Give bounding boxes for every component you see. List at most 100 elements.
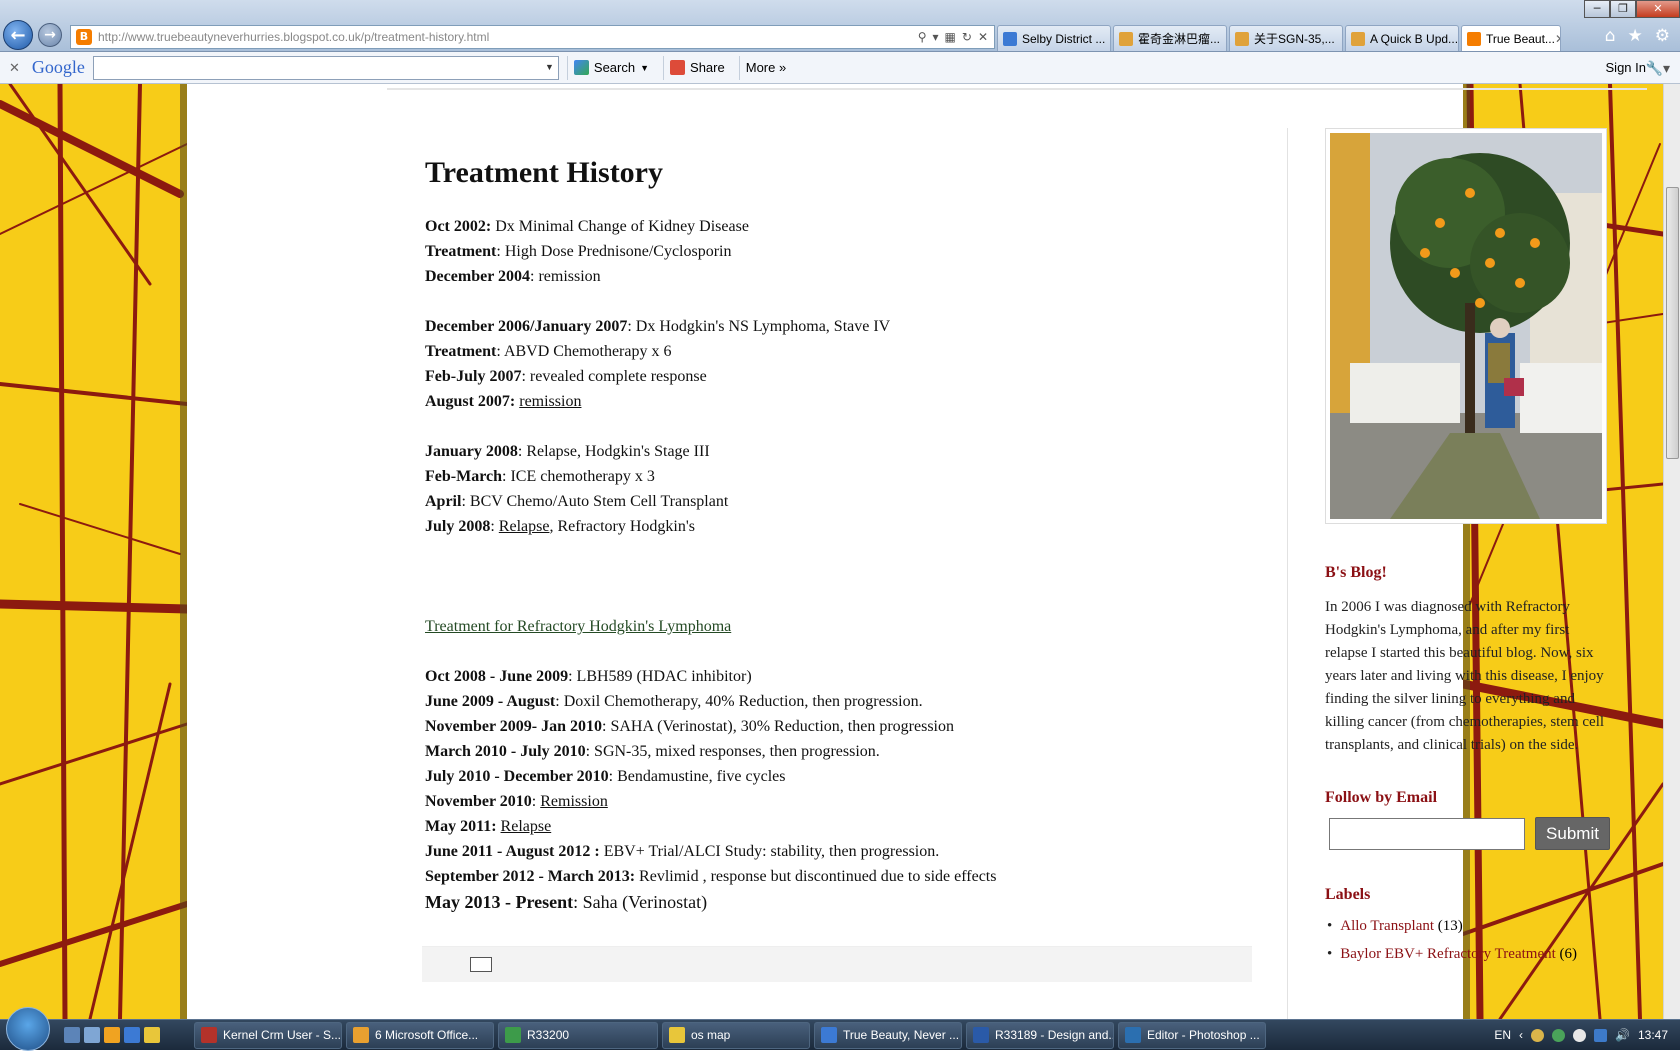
history-line: Feb-July 2007: revealed complete respons… bbox=[425, 364, 1255, 389]
taskbar-button[interactable]: Editor - Photoshop ... bbox=[1118, 1021, 1266, 1049]
maximize-button[interactable]: ❐ bbox=[1610, 0, 1636, 18]
tray-app-icon[interactable] bbox=[1531, 1028, 1545, 1042]
history-date: November 2010 bbox=[425, 793, 532, 810]
close-window-button[interactable]: ✕ bbox=[1636, 0, 1680, 18]
history-line: May 2011: Relapse bbox=[425, 814, 1255, 839]
email-field[interactable] bbox=[1329, 817, 1525, 850]
back-button[interactable]: ← bbox=[3, 20, 33, 50]
history-link[interactable]: remission bbox=[519, 393, 581, 410]
taskbar-label: 6 Microsoft Office... bbox=[375, 1028, 479, 1042]
app-icon bbox=[505, 1027, 521, 1043]
browser-window: ← → B http://www.truebeautyneverhurries.… bbox=[0, 0, 1680, 1051]
compat-view-icon[interactable]: ▦ bbox=[945, 30, 956, 44]
google-search-button[interactable]: Search ▼ bbox=[566, 55, 655, 80]
taskbar-button[interactable]: 6 Microsoft Office... bbox=[346, 1021, 494, 1049]
email-post-icon[interactable] bbox=[470, 957, 492, 972]
gear-icon[interactable]: ⚙ bbox=[1655, 26, 1670, 46]
folder-icon[interactable] bbox=[144, 1027, 160, 1043]
quick-launch bbox=[64, 1027, 160, 1043]
label-item: Baylor EBV+ Refractory Treatment (6) bbox=[1327, 940, 1615, 968]
tray-app-icon[interactable] bbox=[1573, 1028, 1587, 1042]
page-viewport: Treatment History Oct 2002: Dx Minimal C… bbox=[0, 84, 1663, 1019]
history-link[interactable]: Relapse bbox=[501, 818, 552, 835]
taskbar-button[interactable]: True Beauty, Never ... bbox=[814, 1021, 962, 1049]
sign-in-link[interactable]: Sign In bbox=[1606, 60, 1646, 75]
address-bar[interactable]: B http://www.truebeautyneverhurries.blog… bbox=[70, 25, 995, 49]
tab-strip: Selby District ... 霍奇金淋巴瘤... 关于SGN-35,... A… bbox=[997, 25, 1563, 51]
history-date: April bbox=[425, 493, 462, 510]
close-icon[interactable]: ✕ bbox=[9, 60, 20, 76]
taskbar-button[interactable]: os map bbox=[662, 1021, 810, 1049]
tab-5[interactable]: True Beaut...✕ bbox=[1461, 25, 1561, 51]
tab-3[interactable]: 关于SGN-35,... bbox=[1229, 25, 1343, 51]
profile-photo[interactable] bbox=[1325, 128, 1607, 524]
taskbar-button[interactable]: R33200 bbox=[498, 1021, 658, 1049]
refractory-treatment-link[interactable]: Treatment for Refractory Hodgkin's Lymph… bbox=[425, 614, 1255, 639]
history-date: Feb-March bbox=[425, 468, 503, 485]
history-date: Oct 2002: bbox=[425, 218, 492, 235]
ie-icon bbox=[1003, 31, 1017, 46]
clock[interactable]: 13:47 bbox=[1638, 1028, 1668, 1042]
label-count: (13) bbox=[1437, 918, 1463, 934]
window-controls: ─ ❐ ✕ bbox=[1584, 0, 1680, 18]
language-indicator[interactable]: EN bbox=[1494, 1028, 1511, 1042]
stop-icon[interactable]: ✕ bbox=[978, 30, 988, 44]
history-detail: : SAHA (Verinostat), 30% Reduction, then… bbox=[602, 718, 954, 735]
follow-by-email-form: Submit bbox=[1325, 817, 1615, 850]
forward-button[interactable]: → bbox=[38, 23, 62, 47]
app-icon bbox=[201, 1027, 217, 1043]
history-link[interactable]: Remission bbox=[540, 793, 608, 810]
sidebar-divider bbox=[1287, 128, 1288, 1019]
chevron-left-icon[interactable]: ‹ bbox=[1519, 1028, 1523, 1042]
home-icon[interactable]: ⌂ bbox=[1605, 26, 1616, 46]
volume-icon[interactable]: 🔊 bbox=[1615, 1028, 1630, 1042]
show-desktop-icon[interactable] bbox=[64, 1027, 80, 1043]
favorites-star-icon[interactable]: ★ bbox=[1628, 26, 1643, 46]
url-text[interactable]: http://www.truebeautyneverhurries.blogsp… bbox=[98, 30, 918, 44]
chevron-down-icon: ▼ bbox=[640, 62, 650, 73]
refresh-icon[interactable]: ↻ bbox=[962, 30, 972, 44]
history-line: December 2006/January 2007: Dx Hodgkin's… bbox=[425, 314, 1255, 339]
history-date: July 2010 - December 2010 bbox=[425, 768, 609, 785]
sidebar: B's Blog! In 2006 I was diagnosed with R… bbox=[1325, 128, 1615, 968]
share-label: Share bbox=[690, 60, 725, 75]
tab-4[interactable]: A Quick B Upd... bbox=[1345, 25, 1459, 51]
chevron-down-icon[interactable]: ▼ bbox=[545, 62, 554, 72]
close-tab-icon[interactable]: ✕ bbox=[1555, 32, 1560, 46]
switch-windows-icon[interactable] bbox=[84, 1027, 100, 1043]
search-label: Search bbox=[593, 60, 636, 75]
history-detail: : revealed complete response bbox=[521, 368, 707, 385]
history-link[interactable]: Relapse bbox=[499, 518, 550, 535]
label-link[interactable]: Baylor EBV+ Refractory Treatment bbox=[1340, 946, 1556, 962]
history-line: March 2010 - July 2010: SGN-35, mixed re… bbox=[425, 739, 1255, 764]
share-button[interactable]: Share bbox=[663, 55, 731, 80]
taskbar-button[interactable]: R33189 - Design and... bbox=[966, 1021, 1114, 1049]
wrench-icon[interactable]: 🔧▾ bbox=[1646, 60, 1670, 77]
scrollbar-thumb[interactable] bbox=[1666, 187, 1679, 459]
submit-button[interactable]: Submit bbox=[1535, 817, 1610, 850]
tray-app-icon[interactable] bbox=[1552, 1028, 1566, 1042]
history-date: August 2007: bbox=[425, 393, 516, 410]
labels-list: Allo Transplant (13) Baylor EBV+ Refracto… bbox=[1327, 912, 1615, 968]
search-icon[interactable]: ⚲ bbox=[918, 30, 927, 44]
taskbar-button[interactable]: Kernel Crm User - S... bbox=[194, 1021, 342, 1049]
history-detail: , Refractory Hodgkin's bbox=[549, 518, 695, 535]
post-body: Treatment History Oct 2002: Dx Minimal C… bbox=[425, 154, 1255, 916]
more-button[interactable]: More » bbox=[738, 55, 792, 80]
arrow-right-icon: → bbox=[44, 27, 56, 43]
minimize-button[interactable]: ─ bbox=[1584, 0, 1610, 18]
google-search-icon bbox=[573, 60, 589, 75]
start-button[interactable] bbox=[6, 1007, 50, 1051]
tab-2[interactable]: 霍奇金淋巴瘤... bbox=[1113, 25, 1227, 51]
outlook-icon[interactable] bbox=[104, 1027, 120, 1043]
scrollbar[interactable] bbox=[1663, 84, 1680, 1019]
post-footer bbox=[422, 946, 1252, 982]
label-link[interactable]: Allo Transplant bbox=[1340, 918, 1434, 934]
history-line: June 2009 - August: Doxil Chemotherapy, … bbox=[425, 689, 1255, 714]
labels-heading: Labels bbox=[1325, 886, 1371, 903]
dropdown-icon[interactable]: ▾ bbox=[933, 30, 939, 44]
network-icon[interactable] bbox=[1594, 1028, 1608, 1042]
tab-1[interactable]: Selby District ... bbox=[997, 25, 1111, 51]
google-search-input[interactable]: ▼ bbox=[92, 55, 559, 80]
ie-icon[interactable] bbox=[124, 1027, 140, 1043]
